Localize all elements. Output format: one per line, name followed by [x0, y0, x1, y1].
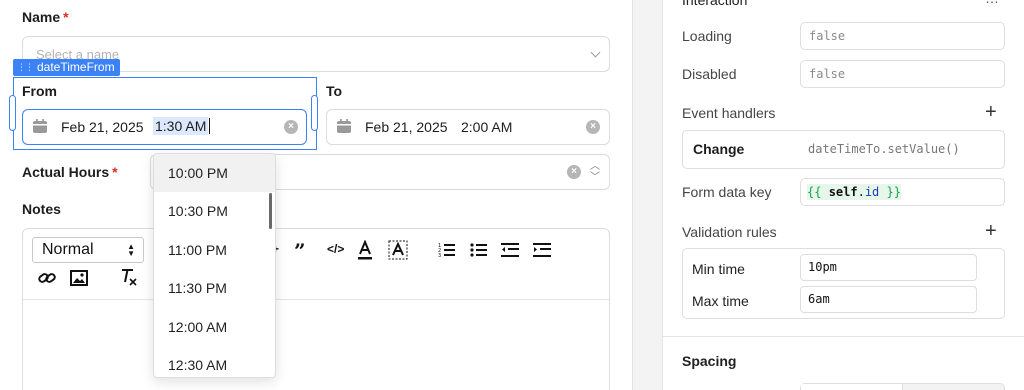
time-option[interactable]: 10:30 PM [154, 192, 275, 230]
name-label: Name * [22, 9, 69, 25]
indent-icon[interactable] [533, 242, 551, 258]
stepper-up-icon[interactable]: ︿ [590, 162, 600, 172]
time-option[interactable]: 12:00 AM [154, 308, 275, 346]
dropdown-scrollbar[interactable] [269, 193, 272, 229]
stepper-down-icon[interactable]: ﹀ [590, 173, 600, 183]
calendar-icon [33, 119, 47, 133]
add-validation-rule-icon[interactable]: + [985, 220, 997, 243]
svg-text:3: 3 [438, 253, 441, 258]
disabled-label: Disabled [682, 66, 737, 82]
resize-handle-left[interactable] [9, 95, 16, 131]
clear-icon[interactable]: × [284, 120, 298, 134]
max-time-label: Max time [692, 293, 749, 309]
validation-rules-label: Validation rules [682, 224, 777, 240]
clear-icon[interactable]: × [586, 120, 600, 134]
time-option[interactable]: 11:00 PM [154, 231, 275, 269]
from-time-text[interactable]: 1:30 AM [153, 117, 211, 135]
section-title-spacing: Spacing [682, 353, 737, 369]
from-date-text: Feb 21, 2025 [61, 119, 144, 135]
calendar-icon [337, 119, 351, 133]
resize-handle-right[interactable] [311, 95, 318, 131]
clear-icon[interactable]: × [567, 165, 581, 179]
required-mark: * [112, 164, 118, 180]
form-data-key-input[interactable]: {{ self.id }} [800, 178, 1005, 206]
code-icon[interactable]: </> [327, 242, 344, 256]
actual-hours-label: Actual Hours * [22, 164, 118, 180]
notes-label: Notes [22, 201, 61, 217]
time-option[interactable]: 10:00 PM [154, 154, 275, 192]
event-handler-card[interactable]: Change dateTimeTo.setValue() [682, 130, 1005, 169]
max-time-input[interactable]: 6am [800, 286, 977, 313]
chevron-down-icon [590, 47, 601, 58]
spacing-segment-active[interactable] [801, 384, 903, 390]
section-divider [663, 336, 1024, 337]
component-tag-label: dateTimeFrom [37, 60, 115, 74]
event-name: Change [693, 141, 745, 157]
bullet-list-icon[interactable] [470, 242, 488, 258]
more-icon[interactable]: … [985, 0, 999, 6]
from-datetime-input[interactable]: Feb 21, 2025 1:30 AM × [22, 109, 307, 145]
to-datetime-input[interactable]: Feb 21, 2025 2:00 AM × [326, 109, 610, 145]
ordered-list-icon[interactable]: 1 2 3 [438, 242, 456, 258]
outdent-icon[interactable] [501, 242, 519, 258]
rte-toolbar-divider [23, 299, 609, 300]
event-handlers-label: Event handlers [682, 105, 776, 121]
canvas-gutter [632, 0, 662, 390]
min-time-input[interactable]: 10pm [800, 254, 977, 281]
required-mark: * [63, 9, 69, 25]
add-event-handler-icon[interactable]: + [985, 101, 997, 124]
drag-grip-icon[interactable]: ⋮⋮ [17, 59, 34, 76]
min-time-label: Min time [692, 261, 745, 277]
component-tag[interactable]: ⋮⋮ dateTimeFrom [13, 59, 120, 76]
select-arrows-icon: ▲ ▼ [127, 242, 135, 258]
from-label: From [22, 83, 57, 99]
time-option[interactable]: 12:30 AM [154, 346, 275, 377]
loading-label: Loading [682, 28, 732, 44]
form-data-key-label: Form data key [682, 184, 772, 200]
time-option[interactable]: 11:30 PM [154, 269, 275, 307]
app-canvas: Name * Select a name ⋮⋮ dateTimeFrom From… [0, 0, 632, 390]
to-label: To [326, 83, 343, 99]
event-action: dateTimeTo.setValue() [808, 142, 960, 156]
format-select[interactable]: Normal ▲ ▼ [32, 237, 144, 263]
text-caret [209, 118, 211, 134]
quote-icon[interactable]: ” [294, 239, 306, 263]
clear-format-icon[interactable] [120, 268, 138, 286]
highlight-icon[interactable] [388, 240, 408, 260]
image-icon[interactable] [70, 270, 88, 286]
time-dropdown: 10:00 PM 10:30 PM 11:00 PM 11:30 PM 12:0… [153, 153, 276, 378]
link-icon[interactable] [38, 270, 56, 286]
code-expression: {{ self.id }} [807, 184, 901, 200]
to-time-text: 2:00 AM [461, 119, 513, 135]
text-color-icon[interactable] [356, 240, 374, 260]
to-date-text: Feb 21, 2025 [365, 119, 448, 135]
section-title-interaction: Interaction [682, 0, 748, 8]
loading-input[interactable]: false [800, 22, 1005, 50]
disabled-input[interactable]: false [800, 60, 1005, 88]
